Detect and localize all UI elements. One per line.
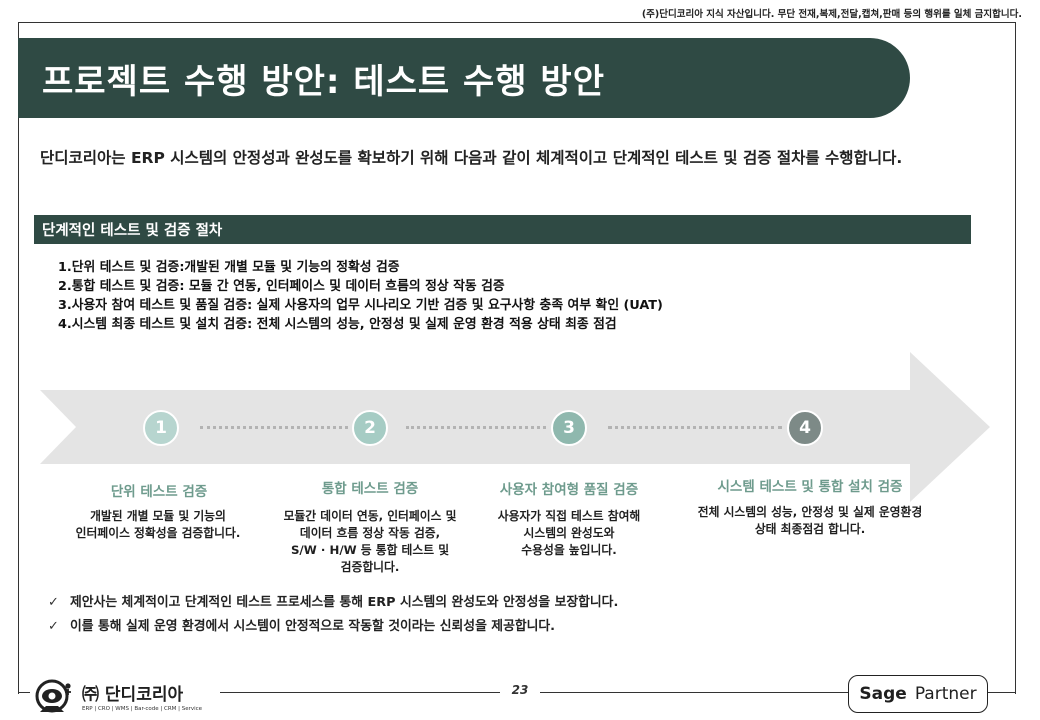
- step-item: 1.단위 테스트 및 검증:개발된 개별 모듈 및 기능의 정확성 검증: [58, 260, 400, 275]
- stage-1-title: 단위 테스트 검증: [110, 484, 208, 500]
- section-title: 단계적인 테스트 및 검증 절차: [42, 223, 223, 239]
- page-title: 프로젝트 수행 방안: 테스트 수행 방안: [42, 61, 605, 102]
- steps-list: 1.단위 테스트 및 검증:개발된 개별 모듈 및 기능의 정확성 검증 2.통…: [58, 258, 663, 334]
- connector-dots: [200, 426, 348, 429]
- step-item: 2.통합 테스트 및 검증: 모듈 간 연동, 인터페이스 및 데이터 흐름의 …: [58, 279, 505, 294]
- sage-partner-badge: Sage Partner: [848, 675, 988, 713]
- logo-name: ㈜ 단디코리아: [82, 685, 184, 705]
- eye-robot-icon: [35, 679, 71, 713]
- stage-4-description: 전체 시스템의 성능, 안정성 및 실제 운영환경 상태 최종점검 합니다.: [697, 505, 923, 536]
- stage-3-description: 사용자가 직접 테스트 참여해 시스템의 완성도와 수용성을 높입니다.: [497, 509, 641, 557]
- partner-brand: Sage: [859, 684, 907, 704]
- stage-4-badge: 4: [787, 410, 823, 446]
- title-banner: 프로젝트 수행 방안: 테스트 수행 방안: [18, 38, 910, 118]
- connector-dots: [406, 426, 546, 429]
- stage-3-title: 사용자 참여형 품질 검증: [499, 482, 639, 498]
- stage-2-title: 통합 테스트 검증: [321, 481, 419, 497]
- section-header: 단계적인 테스트 및 검증 절차: [34, 215, 971, 244]
- stage-1-description: 개발된 개별 모듈 및 기능의 인터페이스 정확성을 검증합니다.: [75, 509, 241, 540]
- stage-1-badge: 1: [143, 410, 179, 446]
- note-text: 제안사는 체계적이고 단계적인 테스트 프로세스를 통해 ERP 시스템의 완성…: [70, 595, 619, 610]
- company-logo: ㈜ 단디코리아 ERP | CRO | WMS | Bar-code | CRM…: [30, 674, 220, 718]
- summary-notes: ✓ 제안사는 체계적이고 단계적인 테스트 프로세스를 통해 ERP 시스템의 …: [48, 591, 618, 639]
- connector-dots: [608, 426, 782, 429]
- copyright-notice: (주)단디코리아 지식 자산입니다. 무단 전재,복제,전달,캡쳐,판매 등의 …: [641, 9, 1022, 20]
- stage-2-badge: 2: [352, 410, 388, 446]
- logo-tagline: ERP | CRO | WMS | Bar-code | CRM | Servi…: [82, 706, 203, 712]
- step-item: 3.사용자 참여 테스트 및 품질 검증: 실제 사용자의 업무 시나리오 기반…: [58, 298, 663, 313]
- stage-2-description: 모듈간 데이터 연동, 인터페이스 및 데이터 흐름 정상 작동 검증, S/W…: [283, 509, 457, 574]
- checkmark-icon: ✓: [48, 595, 59, 610]
- intro-text: 단디코리아는 ERP 시스템의 안정성과 완성도를 확보하기 위해 다음과 같이…: [40, 149, 903, 167]
- partner-label: Partner: [914, 684, 977, 704]
- note-item: ✓ 제안사는 체계적이고 단계적인 테스트 프로세스를 통해 ERP 시스템의 …: [48, 591, 618, 615]
- page-number: 23: [500, 683, 540, 697]
- note-item: ✓ 이를 통해 실제 운영 환경에서 시스템이 안정적으로 작동할 것이라는 신…: [48, 615, 618, 639]
- note-text: 이를 통해 실제 운영 환경에서 시스템이 안정적으로 작동할 것이라는 신뢰성…: [70, 619, 556, 634]
- stage-3-badge: 3: [551, 410, 587, 446]
- checkmark-icon: ✓: [48, 619, 59, 634]
- stage-4-title: 시스템 테스트 및 통합 설치 검증: [717, 479, 903, 495]
- step-item: 4.시스템 최종 테스트 및 설치 검증: 전체 시스템의 성능, 안정성 및 …: [58, 317, 617, 332]
